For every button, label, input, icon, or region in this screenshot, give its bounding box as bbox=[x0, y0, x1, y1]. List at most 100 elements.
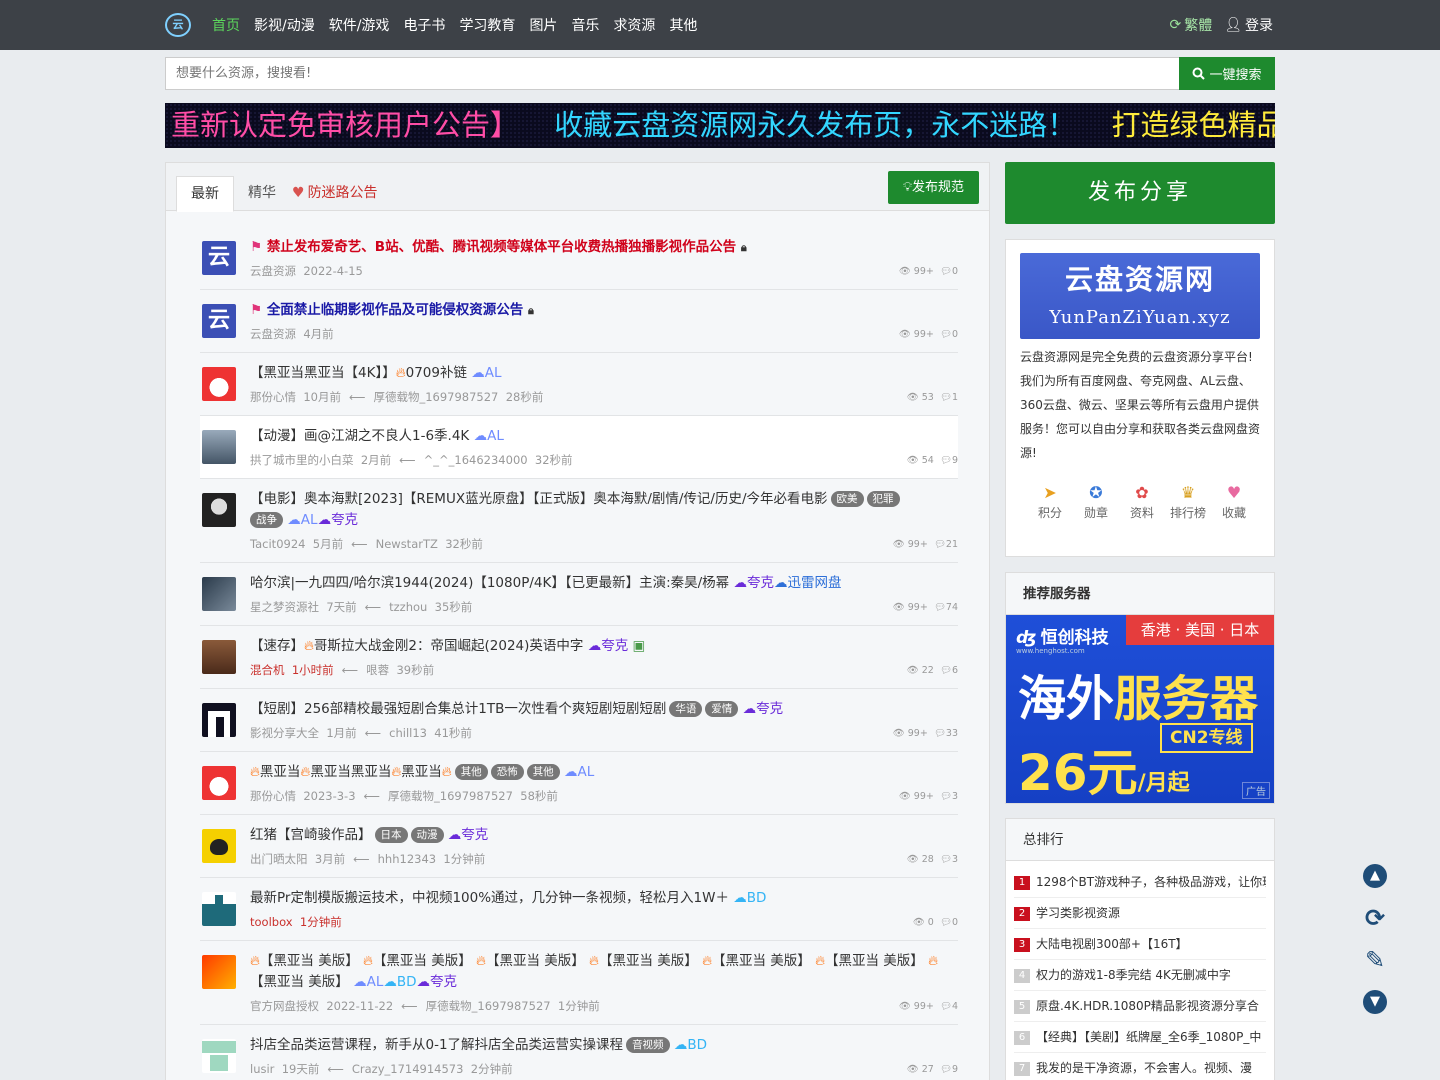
shortcut-favorites[interactable]: ♥ 收藏 bbox=[1214, 482, 1254, 521]
cloud-quark-tag: ☁︎夸克 bbox=[742, 701, 784, 717]
thread-row[interactable]: 🔥︎黑亚当🔥︎黑亚当黑亚当🔥︎黑亚当🔥︎ 其他 恐怖 其他 ☁︎AL 那份心情 202… bbox=[200, 752, 958, 815]
avatar[interactable] bbox=[202, 703, 236, 737]
thread-title[interactable]: ⚑ 全面禁止临期影视作品及可能侵权资源公告 🔒︎ bbox=[250, 300, 950, 321]
thread-row[interactable]: 🔥︎【黑亚当 美版】 🔥︎【黑亚当 美版】 🔥︎【黑亚当 美版】 🔥︎【黑亚当 … bbox=[200, 941, 958, 1025]
refresh-button[interactable]: ⟳ bbox=[1360, 903, 1390, 933]
shortcut-points[interactable]: ➤ 积分 bbox=[1030, 482, 1070, 521]
cloud-al-tag: ☁︎AL bbox=[287, 512, 318, 528]
genre-tag[interactable]: 爱情 bbox=[705, 701, 739, 717]
thread-row[interactable]: 云 ⚑ 全面禁止临期影视作品及可能侵权资源公告 🔒︎ 云盘资源 4月前 👁︎ 9… bbox=[200, 290, 958, 353]
thread-meta: 影视分享大全 1月前 ⟵ chill13 41秒前 bbox=[250, 726, 472, 740]
thread-title[interactable]: 【速存】🔥︎哥斯拉大战金刚2：帝国崛起(2024)英语中字 ☁︎夸克 ▣ bbox=[250, 636, 950, 657]
ranking-item[interactable]: 2 学习类影视资源 bbox=[1014, 898, 1266, 929]
tab-latest[interactable]: 最新 bbox=[176, 176, 234, 212]
top-navbar: 云 首页 影视/动漫 软件/游戏 电子书 学习教育 图片 音乐 求资源 其他 ⟳… bbox=[0, 0, 1440, 50]
search-button[interactable]: 一键搜索 bbox=[1179, 57, 1275, 90]
shortcut-medals[interactable]: ✪ 勋章 bbox=[1076, 482, 1116, 521]
comment-icon: 💬︎ bbox=[939, 791, 952, 802]
avatar[interactable] bbox=[202, 430, 236, 464]
publish-share-button[interactable]: 发布分享 bbox=[1005, 162, 1275, 224]
ranking-item[interactable]: 3 大陆电视剧300部+【16T】 bbox=[1014, 929, 1266, 960]
thread-row[interactable]: 【动漫】画@江湖之不良人1-6季.4K ☁︎AL 拱了城市里的小白菜 2月前 ⟵ ^… bbox=[200, 416, 958, 479]
avatar[interactable] bbox=[202, 1039, 236, 1073]
announcement-marquee[interactable]: 重新认定免审核用户公告】 收藏云盘资源网永久发布页，永不迷路！ 打造绿色精品资源 bbox=[165, 103, 1275, 148]
tab-notice[interactable]: ♥ 防迷路公告 bbox=[292, 176, 378, 212]
shortcut-profile[interactable]: ✿ 资料 bbox=[1122, 482, 1162, 521]
thread-row[interactable]: 【电影】奥本海默[2023]【REMUX蓝光原盘】【正式版】奥本海默/剧情/传记… bbox=[200, 479, 958, 563]
genre-tag[interactable]: 其他 bbox=[454, 764, 488, 780]
genre-tag[interactable]: 华语 bbox=[669, 701, 703, 717]
thread-row[interactable]: 红猪【宫崎骏作品】 日本 动漫 ☁︎夸克 出门晒太阳 3月前 ⟵ hhh12343 1分… bbox=[200, 815, 958, 878]
search-input[interactable] bbox=[165, 57, 1179, 90]
avatar[interactable] bbox=[202, 493, 236, 527]
avatar[interactable] bbox=[202, 955, 236, 989]
ranking-item[interactable]: 7 我发的是干净资源，不会害人。视频、漫 bbox=[1014, 1053, 1266, 1080]
avatar[interactable] bbox=[202, 640, 236, 674]
thread-title[interactable]: 【黑亚当黑亚当【4K】】🔥︎0709补链 ☁︎AL bbox=[250, 363, 950, 384]
avatar[interactable]: 云 bbox=[202, 241, 236, 275]
login-link[interactable]: 登录 bbox=[1245, 15, 1273, 35]
thread-row[interactable]: 哈尔滨|一九四四/哈尔滨1944(2024)【1080P/4K】【已更最新】主演… bbox=[200, 563, 958, 626]
nav-request[interactable]: 求资源 bbox=[613, 15, 655, 35]
ranking-item[interactable]: 4 权力的游戏1-8季完结 4K无删减中字 bbox=[1014, 960, 1266, 991]
thread-title[interactable]: 【动漫】画@江湖之不良人1-6季.4K ☁︎AL bbox=[250, 426, 950, 447]
genre-tag[interactable]: 动漫 bbox=[410, 827, 444, 843]
nav-images[interactable]: 图片 bbox=[529, 15, 557, 35]
fire-icon: 🔥︎ bbox=[395, 365, 406, 381]
rank-number: 6 bbox=[1014, 1031, 1030, 1045]
ranking-item[interactable]: 1 1298个BT游戏种子，各种极品游戏，让你玩 bbox=[1014, 867, 1266, 898]
thread-row[interactable]: 【短剧】256部精校最强短剧合集总计1TB一次性看个爽短剧短剧短剧 华语 爱情 ☁︎… bbox=[200, 689, 958, 752]
genre-tag[interactable]: 其他 bbox=[526, 764, 560, 780]
thread-title[interactable]: 哈尔滨|一九四四/哈尔滨1944(2024)【1080P/4K】【已更最新】主演… bbox=[250, 573, 950, 594]
thread-title[interactable]: 最新Pr定制模版搬运技术，中视频100%通过，几分钟一条视频，轻松月入1W＋ ☁… bbox=[250, 888, 950, 909]
nav-video[interactable]: 影视/动漫 bbox=[254, 15, 315, 35]
ranking-item[interactable]: 6 【经典】【美剧】纸牌屋_全6季_1080P_中 bbox=[1014, 1022, 1266, 1053]
eye-icon: 👁︎ bbox=[906, 854, 919, 865]
genre-tag[interactable]: 音视频 bbox=[626, 1037, 670, 1053]
avatar[interactable]: 云 bbox=[202, 304, 236, 338]
site-logo-icon[interactable]: 云 bbox=[165, 13, 191, 37]
thread-row[interactable]: 抖店全品类运营课程，新手从0-1了解抖店全品类运营实操课程 音视频 ☁︎BD lu… bbox=[200, 1025, 958, 1080]
thread-row[interactable]: 【黑亚当黑亚当【4K】】🔥︎0709补链 ☁︎AL 那份心情 10月前 ⟵ 厚德载物… bbox=[200, 353, 958, 416]
avatar[interactable] bbox=[202, 829, 236, 863]
ranking-item[interactable]: 5 原盘.4K.HDR.1080P精品影视资源分享合 bbox=[1014, 991, 1266, 1022]
nav-software[interactable]: 软件/游戏 bbox=[329, 15, 390, 35]
nav-ebook[interactable]: 电子书 bbox=[403, 15, 445, 35]
compose-button[interactable]: ✎ bbox=[1360, 945, 1390, 975]
avatar[interactable] bbox=[202, 367, 236, 401]
scroll-bottom-button[interactable]: ▼ bbox=[1360, 987, 1390, 1017]
traditional-chinese-toggle[interactable]: 繁體 bbox=[1184, 15, 1212, 35]
nav-home[interactable]: 首页 bbox=[212, 15, 240, 35]
thread-row[interactable]: 【速存】🔥︎哥斯拉大战金刚2：帝国崛起(2024)英语中字 ☁︎夸克 ▣ 混合机… bbox=[200, 626, 958, 689]
thread-title[interactable]: 【电影】奥本海默[2023]【REMUX蓝光原盘】【正式版】奥本海默/剧情/传记… bbox=[250, 489, 950, 531]
nav-music[interactable]: 音乐 bbox=[571, 15, 599, 35]
reply-arrow-icon: ⟵ bbox=[327, 1062, 344, 1076]
thread-row[interactable]: 最新Pr定制模版搬运技术，中视频100%通过，几分钟一条视频，轻松月入1W＋ ☁… bbox=[200, 878, 958, 941]
scroll-top-button[interactable]: ▲ bbox=[1360, 861, 1390, 891]
refresh-icon: ⟳ bbox=[1169, 17, 1182, 33]
nav-education[interactable]: 学习教育 bbox=[459, 15, 515, 35]
ranking-list: 1 1298个BT游戏种子，各种极品游戏，让你玩 2 学习类影视资源 3 大陆电视剧3… bbox=[1006, 861, 1274, 1080]
genre-tag[interactable]: 欧美 bbox=[830, 491, 864, 507]
comment-icon: 💬︎ bbox=[939, 455, 952, 466]
shortcut-leaderboard[interactable]: ♛ 排行榜 bbox=[1168, 482, 1208, 521]
avatar[interactable] bbox=[202, 892, 236, 926]
nav-other[interactable]: 其他 bbox=[669, 15, 697, 35]
server-ad-banner[interactable]: ʤ 恒创科技 www.henghost.com 香港 · 美国 · 日本 海外服务… bbox=[1006, 615, 1274, 803]
thread-title[interactable]: ⚑ 禁止发布爱奇艺、B站、优酷、腾讯视频等媒体平台收费热播独播影视作品公告 🔒︎ bbox=[250, 237, 950, 258]
avatar[interactable] bbox=[202, 577, 236, 611]
avatar[interactable] bbox=[202, 766, 236, 800]
eye-icon: 👁︎ bbox=[898, 1001, 911, 1012]
genre-tag[interactable]: 恐怖 bbox=[490, 764, 524, 780]
thread-title[interactable]: 🔥︎黑亚当🔥︎黑亚当黑亚当🔥︎黑亚当🔥︎ 其他 恐怖 其他 ☁︎AL bbox=[250, 762, 950, 783]
thread-title[interactable]: 🔥︎【黑亚当 美版】 🔥︎【黑亚当 美版】 🔥︎【黑亚当 美版】 🔥︎【黑亚当 … bbox=[250, 951, 950, 993]
thread-title[interactable]: 抖店全品类运营课程，新手从0-1了解抖店全品类运营实操课程 音视频 ☁︎BD bbox=[250, 1035, 950, 1056]
publish-rules-button[interactable]: 💡︎发布规范 bbox=[888, 171, 979, 204]
thread-row[interactable]: 云 ⚑ 禁止发布爱奇艺、B站、优酷、腾讯视频等媒体平台收费热播独播影视作品公告 … bbox=[200, 227, 958, 290]
genre-tag[interactable]: 日本 bbox=[374, 827, 408, 843]
thread-title[interactable]: 【短剧】256部精校最强短剧合集总计1TB一次性看个爽短剧短剧短剧 华语 爱情 ☁︎… bbox=[250, 699, 950, 720]
genre-tag[interactable]: 犯罪 bbox=[866, 491, 900, 507]
genre-tag[interactable]: 战争 bbox=[250, 512, 283, 528]
tab-featured[interactable]: 精华 bbox=[248, 176, 276, 212]
thread-title[interactable]: 红猪【宫崎骏作品】 日本 动漫 ☁︎夸克 bbox=[250, 825, 950, 846]
